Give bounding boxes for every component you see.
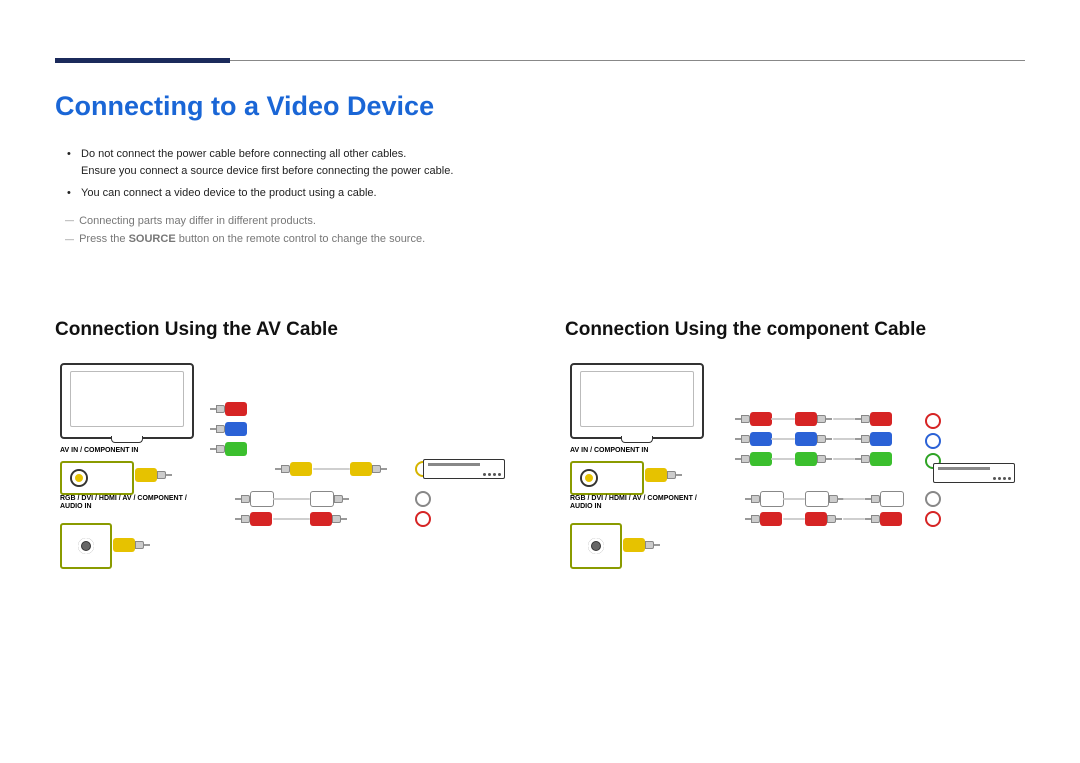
plug-yellow-icon xyxy=(645,467,682,483)
port-audio-in xyxy=(570,523,622,569)
plug-blue-icon xyxy=(210,421,247,437)
plug-red-icon xyxy=(805,511,842,527)
plug-yellow-icon xyxy=(275,461,312,477)
notes-list: Do not connect the power cable before co… xyxy=(67,146,1025,202)
plug-yellow-icon xyxy=(113,537,150,553)
component-cable-section: Connection Using the component Cable AV … xyxy=(565,319,1035,563)
plug-red-icon xyxy=(210,401,247,417)
plug-green-icon xyxy=(210,441,247,457)
footnote: Press the SOURCE button on the remote co… xyxy=(55,230,1025,249)
plug-white-icon xyxy=(745,491,784,507)
plug-green-icon xyxy=(855,451,892,467)
plug-red-icon xyxy=(735,411,772,427)
plug-blue-icon xyxy=(735,431,772,447)
av-cable-diagram: AV IN / COMPONENT IN RGB / DVI / HDMI / … xyxy=(55,363,525,563)
display-device-icon xyxy=(570,363,704,439)
jack-blue-icon xyxy=(925,433,941,449)
port-label-audio-in: RGB / DVI / HDMI / AV / COMPONENT / AUDI… xyxy=(60,495,200,511)
note-text: Do not connect the power cable before co… xyxy=(81,148,406,160)
header-rule xyxy=(55,60,1025,61)
note-item: Do not connect the power cable before co… xyxy=(67,146,1025,179)
section-title: Connection Using the component Cable xyxy=(565,319,1035,341)
port-label-audio-in: RGB / DVI / HDMI / AV / COMPONENT / AUDI… xyxy=(570,495,710,511)
jack-white-icon xyxy=(925,491,941,507)
plug-red-icon xyxy=(855,411,892,427)
plug-green-icon xyxy=(735,451,772,467)
plug-white-icon xyxy=(805,491,844,507)
footnote-bold: SOURCE xyxy=(129,233,176,245)
footnote-text: Connecting parts may differ in different… xyxy=(79,215,316,227)
diagram-columns: Connection Using the AV Cable AV IN / CO… xyxy=(55,319,1025,563)
jack-red-icon xyxy=(415,511,431,527)
plug-red-icon xyxy=(865,511,902,527)
jack-red-icon xyxy=(925,511,941,527)
plug-white-icon xyxy=(310,491,349,507)
plug-red-icon xyxy=(795,411,832,427)
note-text: You can connect a video device to the pr… xyxy=(81,187,377,199)
jack-red-icon xyxy=(925,413,941,429)
plug-red-icon xyxy=(310,511,347,527)
plug-blue-icon xyxy=(855,431,892,447)
footnote-text: Press the xyxy=(79,233,129,245)
note-text: Ensure you connect a source device first… xyxy=(81,163,1025,180)
video-player-icon xyxy=(423,459,505,479)
plug-white-icon xyxy=(235,491,274,507)
plug-yellow-icon xyxy=(135,467,172,483)
plug-red-icon xyxy=(235,511,272,527)
plug-yellow-icon xyxy=(350,461,387,477)
footnote-text: button on the remote control to change t… xyxy=(176,233,426,245)
footnote: Connecting parts may differ in different… xyxy=(55,212,1025,231)
jack-white-icon xyxy=(415,491,431,507)
plug-blue-icon xyxy=(795,431,832,447)
section-title: Connection Using the AV Cable xyxy=(55,319,525,341)
video-player-icon xyxy=(933,463,1015,483)
plug-green-icon xyxy=(795,451,832,467)
port-av-in xyxy=(570,461,644,495)
port-label-av-in: AV IN / COMPONENT IN xyxy=(570,447,648,455)
plug-yellow-icon xyxy=(623,537,660,553)
manual-page: Connecting to a Video Device Do not conn… xyxy=(0,0,1080,603)
plug-white-icon xyxy=(865,491,904,507)
port-av-in xyxy=(60,461,134,495)
component-cable-diagram: AV IN / COMPONENT IN RGB / DVI / HDMI / … xyxy=(565,363,1035,563)
port-label-av-in: AV IN / COMPONENT IN xyxy=(60,447,138,455)
note-item: You can connect a video device to the pr… xyxy=(67,185,1025,202)
port-audio-in xyxy=(60,523,112,569)
page-title: Connecting to a Video Device xyxy=(55,91,1025,122)
plug-red-icon xyxy=(745,511,782,527)
display-device-icon xyxy=(60,363,194,439)
av-cable-section: Connection Using the AV Cable AV IN / CO… xyxy=(55,319,525,563)
